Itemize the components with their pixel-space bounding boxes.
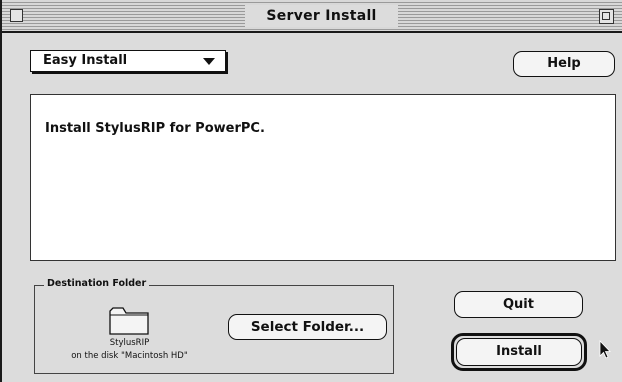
select-folder-button[interactable]: Select Folder... xyxy=(228,314,387,340)
description-text: Install StylusRIP for PowerPC. xyxy=(45,121,265,136)
triangle-down-icon xyxy=(203,58,215,65)
destination-folder-label: Destination Folder xyxy=(44,277,150,291)
window-title: Server Install xyxy=(245,5,398,27)
close-box[interactable] xyxy=(10,9,23,22)
install-button[interactable]: Install xyxy=(456,338,582,366)
folder-icon xyxy=(109,307,149,335)
destination-folder-name: StylusRIP xyxy=(109,338,150,348)
server-install-window: Server Install Easy Install Help Install… xyxy=(0,0,622,382)
title-bar[interactable]: Server Install xyxy=(2,0,622,33)
destination-disk-text: on the disk "Macintosh HD" xyxy=(71,351,188,361)
arrow-cursor-icon xyxy=(599,340,611,359)
help-button[interactable]: Help xyxy=(513,51,615,77)
description-box: Install StylusRIP for PowerPC. xyxy=(30,94,616,261)
quit-button[interactable]: Quit xyxy=(454,291,583,318)
zoom-box[interactable] xyxy=(599,9,614,24)
install-type-popup[interactable]: Easy Install xyxy=(30,50,226,72)
install-type-value: Easy Install xyxy=(43,53,128,68)
